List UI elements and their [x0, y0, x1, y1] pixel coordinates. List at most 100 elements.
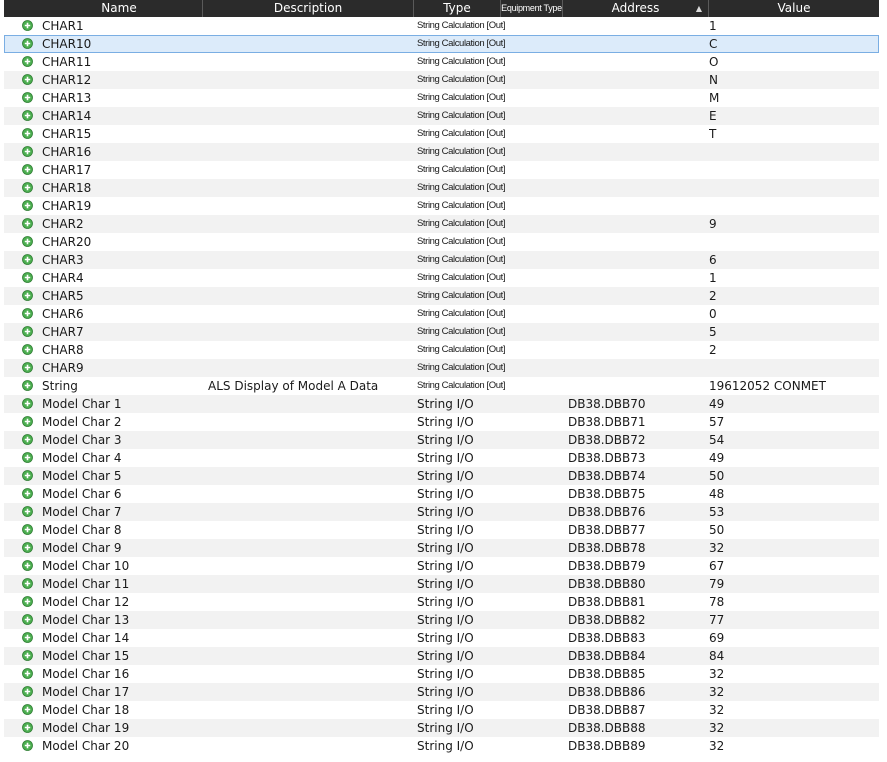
add-circle-icon[interactable]	[22, 290, 33, 301]
table-row[interactable]: CHAR7 String Calculation [Out] 5	[4, 323, 879, 341]
add-circle-icon[interactable]	[22, 272, 33, 283]
cell-description	[208, 629, 413, 647]
table-row[interactable]: Model Char 14 String I/O DB38.DBB83 69	[4, 629, 879, 647]
table-row[interactable]: CHAR15 String Calculation [Out] T	[4, 125, 879, 143]
table-row[interactable]: CHAR12 String Calculation [Out] N	[4, 71, 879, 89]
table-row[interactable]: Model Char 12 String I/O DB38.DBB81 78	[4, 593, 879, 611]
table-row[interactable]: CHAR4 String Calculation [Out] 1	[4, 269, 879, 287]
table-row[interactable]: Model Char 11 String I/O DB38.DBB80 79	[4, 575, 879, 593]
add-circle-icon[interactable]	[22, 740, 33, 751]
table-row[interactable]: Model Char 20 String I/O DB38.DBB89 32	[4, 737, 879, 755]
table-row[interactable]: CHAR8 String Calculation [Out] 2	[4, 341, 879, 359]
add-circle-icon[interactable]	[22, 110, 33, 121]
add-circle-icon[interactable]	[22, 650, 33, 661]
table-row[interactable]: CHAR18 String Calculation [Out]	[4, 179, 879, 197]
add-circle-icon[interactable]	[22, 668, 33, 679]
add-circle-icon[interactable]	[22, 398, 33, 409]
table-row[interactable]: CHAR17 String Calculation [Out]	[4, 161, 879, 179]
table-row[interactable]: CHAR1 String Calculation [Out] 1	[4, 17, 879, 35]
cell-type: String Calculation [Out]	[417, 146, 506, 157]
table-row[interactable]: Model Char 4 String I/O DB38.DBB73 49	[4, 449, 879, 467]
add-circle-icon[interactable]	[22, 218, 33, 229]
cell-description	[208, 593, 413, 611]
add-circle-icon[interactable]	[22, 146, 33, 157]
add-circle-icon[interactable]	[22, 308, 33, 319]
add-circle-icon[interactable]	[22, 236, 33, 247]
cell-address: DB38.DBB83	[568, 631, 646, 645]
column-header-value[interactable]: Value	[709, 0, 879, 17]
column-header-type[interactable]: Type	[414, 0, 501, 17]
table-row[interactable]: Model Char 19 String I/O DB38.DBB88 32	[4, 719, 879, 737]
table-row[interactable]: Model Char 6 String I/O DB38.DBB75 48	[4, 485, 879, 503]
cell-type: String Calculation [Out]	[417, 344, 506, 355]
cell-value: 50	[709, 469, 725, 483]
table-row[interactable]: CHAR5 String Calculation [Out] 2	[4, 287, 879, 305]
add-circle-icon[interactable]	[22, 614, 33, 625]
table-row[interactable]: Model Char 9 String I/O DB38.DBB78 32	[4, 539, 879, 557]
add-circle-icon[interactable]	[22, 164, 33, 175]
add-circle-icon[interactable]	[22, 128, 33, 139]
table-row[interactable]: CHAR2 String Calculation [Out] 9	[4, 215, 879, 233]
table-row[interactable]: CHAR9 String Calculation [Out]	[4, 359, 879, 377]
add-circle-icon[interactable]	[22, 560, 33, 571]
column-header-address[interactable]: Address ▲	[563, 0, 709, 17]
column-header-description[interactable]: Description	[203, 0, 414, 17]
table-row[interactable]: Model Char 15 String I/O DB38.DBB84 84	[4, 647, 879, 665]
cell-description	[208, 125, 413, 143]
table-row[interactable]: Model Char 16 String I/O DB38.DBB85 32	[4, 665, 879, 683]
table-row[interactable]: CHAR6 String Calculation [Out] 0	[4, 305, 879, 323]
add-circle-icon[interactable]	[22, 632, 33, 643]
table-row[interactable]: CHAR16 String Calculation [Out]	[4, 143, 879, 161]
table-row[interactable]: Model Char 13 String I/O DB38.DBB82 77	[4, 611, 879, 629]
add-circle-icon[interactable]	[22, 416, 33, 427]
add-circle-icon[interactable]	[22, 38, 33, 49]
table-row[interactable]: Model Char 10 String I/O DB38.DBB79 67	[4, 557, 879, 575]
table-row[interactable]: Model Char 1 String I/O DB38.DBB70 49	[4, 395, 879, 413]
add-circle-icon[interactable]	[22, 182, 33, 193]
table-row[interactable]: Model Char 3 String I/O DB38.DBB72 54	[4, 431, 879, 449]
table-row[interactable]: CHAR19 String Calculation [Out]	[4, 197, 879, 215]
add-circle-icon[interactable]	[22, 362, 33, 373]
table-row[interactable]: Model Char 8 String I/O DB38.DBB77 50	[4, 521, 879, 539]
add-circle-icon[interactable]	[22, 686, 33, 697]
add-circle-icon[interactable]	[22, 704, 33, 715]
add-circle-icon[interactable]	[22, 524, 33, 535]
add-circle-icon[interactable]	[22, 380, 33, 391]
table-row[interactable]: CHAR10 String Calculation [Out] C	[4, 35, 879, 53]
add-circle-icon[interactable]	[22, 254, 33, 265]
column-header-equipment-type[interactable]: Equipment Type	[501, 0, 563, 17]
table-row[interactable]: CHAR13 String Calculation [Out] M	[4, 89, 879, 107]
add-circle-icon[interactable]	[22, 74, 33, 85]
add-circle-icon[interactable]	[22, 470, 33, 481]
cell-address	[568, 341, 706, 359]
add-circle-icon[interactable]	[22, 92, 33, 103]
table-row[interactable]: Model Char 5 String I/O DB38.DBB74 50	[4, 467, 879, 485]
cell-description	[208, 467, 413, 485]
add-circle-icon[interactable]	[22, 344, 33, 355]
add-circle-icon[interactable]	[22, 326, 33, 337]
add-circle-icon[interactable]	[22, 488, 33, 499]
add-circle-icon[interactable]	[22, 596, 33, 607]
table-row[interactable]: Model Char 7 String I/O DB38.DBB76 53	[4, 503, 879, 521]
table-row[interactable]: CHAR3 String Calculation [Out] 6	[4, 251, 879, 269]
table-row[interactable]: Model Char 17 String I/O DB38.DBB86 32	[4, 683, 879, 701]
add-circle-icon[interactable]	[22, 434, 33, 445]
add-circle-icon[interactable]	[22, 200, 33, 211]
add-circle-icon[interactable]	[22, 56, 33, 67]
add-circle-icon[interactable]	[22, 542, 33, 553]
cell-description	[208, 17, 413, 35]
add-circle-icon[interactable]	[22, 578, 33, 589]
table-row[interactable]: Model Char 18 String I/O DB38.DBB87 32	[4, 701, 879, 719]
cell-type: String I/O	[417, 595, 474, 609]
add-circle-icon[interactable]	[22, 722, 33, 733]
table-row[interactable]: String ALS Display of Model A Data String …	[4, 377, 879, 395]
cell-value: 19612052 CONMET	[709, 379, 826, 393]
column-header-name[interactable]: Name	[36, 0, 203, 17]
table-row[interactable]: Model Char 2 String I/O DB38.DBB71 57	[4, 413, 879, 431]
add-circle-icon[interactable]	[22, 506, 33, 517]
add-circle-icon[interactable]	[22, 452, 33, 463]
table-row[interactable]: CHAR20 String Calculation [Out]	[4, 233, 879, 251]
add-circle-icon[interactable]	[22, 20, 33, 31]
table-row[interactable]: CHAR11 String Calculation [Out] O	[4, 53, 879, 71]
table-row[interactable]: CHAR14 String Calculation [Out] E	[4, 107, 879, 125]
